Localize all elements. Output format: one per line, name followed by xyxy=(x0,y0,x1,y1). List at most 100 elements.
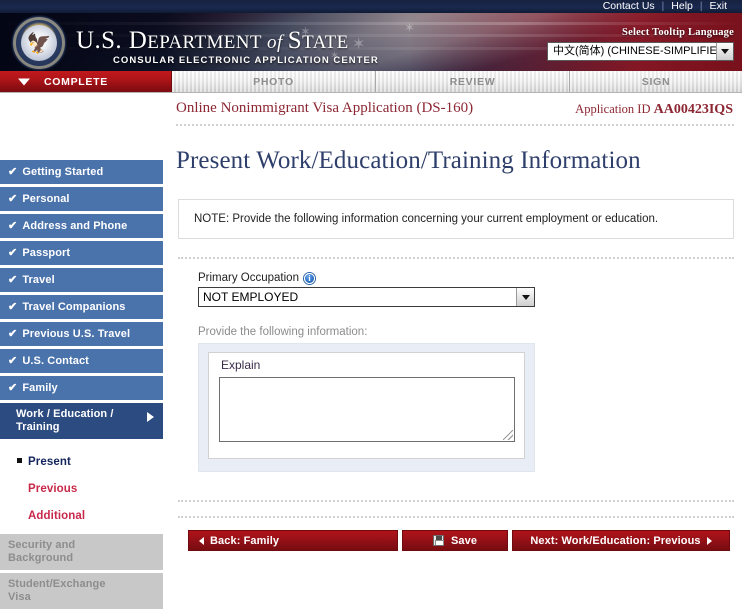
top-utility-bar: Contact Us | Help | Exit xyxy=(0,0,742,13)
application-id: Application ID AA00423IQS xyxy=(575,102,733,118)
eagle-icon: 🦅 xyxy=(27,34,52,54)
explain-textarea[interactable] xyxy=(219,377,515,442)
application-name: Online Nonimmigrant Visa Application (DS… xyxy=(176,100,473,117)
check-icon: ✔ xyxy=(8,383,17,394)
dept-title-of: of xyxy=(262,32,288,53)
flag-stripe xyxy=(0,22,742,25)
check-icon: ✔ xyxy=(8,167,17,178)
tab-review-label: REVIEW xyxy=(450,76,496,88)
sidebar-item-work-education-training[interactable]: Work / Education / Training xyxy=(0,403,163,439)
sidebar-item-label: Address and Phone xyxy=(22,220,127,233)
contact-us-link[interactable]: Contact Us xyxy=(596,0,662,13)
sidebar-item-us-contact[interactable]: ✔ U.S. Contact xyxy=(0,349,163,373)
primary-occupation-value: NOT EMPLOYED xyxy=(199,288,516,306)
chevron-right-icon xyxy=(147,412,154,422)
exit-link[interactable]: Exit xyxy=(702,0,734,13)
info-icon[interactable]: i xyxy=(304,273,315,284)
floppy-disk-icon xyxy=(433,535,444,546)
tab-photo[interactable]: PHOTO xyxy=(172,71,376,92)
sidebar-item-label-line2: Background xyxy=(8,552,75,565)
sidebar-item-label: Getting Started xyxy=(22,166,103,179)
tooltip-language-select[interactable]: 中文(简体) (CHINESE-SIMPLIFIED) xyxy=(547,42,734,61)
dept-title-tate: TATE xyxy=(302,32,349,53)
tooltip-language-label: Select Tooltip Language xyxy=(519,27,734,38)
explain-fieldset: Explain xyxy=(208,352,525,459)
resize-grip-icon[interactable] xyxy=(503,430,513,440)
sidebar-item-label: Family xyxy=(22,382,57,395)
next-button-label: Next: Work/Education: Previous xyxy=(530,535,700,547)
check-icon: ✔ xyxy=(8,194,17,205)
sidebar-item-address-and-phone[interactable]: ✔ Address and Phone xyxy=(0,214,163,238)
arrow-left-icon xyxy=(199,537,204,545)
sidebar-item-label-line1: Student/Exchange xyxy=(8,578,106,591)
sidebar-subitem-previous[interactable]: Previous xyxy=(0,476,163,503)
help-link[interactable]: Help xyxy=(664,0,700,13)
tab-complete[interactable]: COMPLETE xyxy=(0,71,172,92)
application-header: Online Nonimmigrant Visa Application (DS… xyxy=(176,99,734,126)
save-button-label: Save xyxy=(451,535,477,547)
save-button[interactable]: Save xyxy=(402,530,508,551)
sidebar-item-label-line2: Visa xyxy=(8,591,106,604)
back-button[interactable]: Back: Family xyxy=(188,530,398,551)
next-button[interactable]: Next: Work/Education: Previous xyxy=(512,530,730,551)
tab-review[interactable]: REVIEW xyxy=(376,71,570,92)
arrow-right-icon xyxy=(707,537,712,545)
note-text: NOTE: Provide the following information … xyxy=(194,213,658,225)
check-icon: ✔ xyxy=(8,221,17,232)
sidebar-item-label: Previous U.S. Travel xyxy=(22,328,130,341)
check-icon: ✔ xyxy=(8,302,17,313)
sidebar-item-travel-companions[interactable]: ✔ Travel Companions xyxy=(0,295,163,319)
sidebar-item-label: Travel Companions xyxy=(22,301,125,314)
application-id-value: AA00423IQS xyxy=(654,102,733,117)
section-navigation: ✔ Getting Started ✔ Personal ✔ Address a… xyxy=(0,160,163,612)
explain-panel: Explain xyxy=(198,343,535,472)
left-column: ✔ Getting Started ✔ Personal ✔ Address a… xyxy=(0,93,168,601)
sidebar-item-label-line1: Work / Education / xyxy=(16,408,114,421)
explain-legend: Explain xyxy=(221,358,514,372)
sidebar-item-travel[interactable]: ✔ Travel xyxy=(0,268,163,292)
sidebar-subitem-additional[interactable]: Additional xyxy=(0,503,163,530)
page-title: Present Work/Education/Training Informat… xyxy=(176,147,742,175)
provide-information-label: Provide the following information: xyxy=(198,326,734,338)
chevron-down-icon xyxy=(18,78,30,85)
tab-complete-label: COMPLETE xyxy=(44,76,108,88)
primary-occupation-select[interactable]: NOT EMPLOYED xyxy=(198,287,535,307)
sidebar-item-label-line1: Security and xyxy=(8,539,75,552)
chevron-down-icon[interactable] xyxy=(716,43,733,60)
us-department-of-state-seal-icon: 🦅 xyxy=(12,16,66,70)
sidebar-item-student-exchange-visa: Student/Exchange Visa xyxy=(0,573,163,609)
department-subtitle: CONSULAR ELECTRONIC APPLICATION CENTER xyxy=(113,55,379,66)
form-button-row: Back: Family Save Next: Work/Education: … xyxy=(178,516,734,551)
check-icon: ✔ xyxy=(8,329,17,340)
sidebar-item-previous-us-travel[interactable]: ✔ Previous U.S. Travel xyxy=(0,322,163,346)
primary-occupation-label-row: Primary Occupation i xyxy=(198,272,734,284)
note-box: NOTE: Provide the following information … xyxy=(178,199,734,239)
application-id-label: Application ID xyxy=(575,102,653,116)
check-icon: ✔ xyxy=(8,248,17,259)
dept-title-epartment: EPARTMENT xyxy=(147,32,262,53)
chevron-down-icon[interactable] xyxy=(516,288,534,306)
sidebar-item-label: U.S. Contact xyxy=(22,355,89,368)
dept-title-us: U.S. xyxy=(76,27,129,54)
tab-sign-label: SIGN xyxy=(642,76,670,88)
sidebar-item-family[interactable]: ✔ Family xyxy=(0,376,163,400)
check-icon: ✔ xyxy=(8,356,17,367)
dept-title-d: D xyxy=(129,27,147,54)
sidebar-item-label: Passport xyxy=(22,247,70,260)
sidebar-item-passport[interactable]: ✔ Passport xyxy=(0,241,163,265)
primary-occupation-label: Primary Occupation xyxy=(198,272,299,284)
sidebar-item-label-line2: Training xyxy=(16,421,114,434)
tab-sign[interactable]: SIGN xyxy=(570,71,742,92)
sidebar-subnavigation: Present Previous Additional xyxy=(0,442,163,534)
sidebar-item-getting-started[interactable]: ✔ Getting Started xyxy=(0,160,163,184)
back-button-label: Back: Family xyxy=(210,535,279,547)
sidebar-subitem-present[interactable]: Present xyxy=(0,449,163,476)
top-utility-links: Contact Us | Help | Exit xyxy=(596,0,734,13)
tab-photo-label: PHOTO xyxy=(253,76,294,88)
seal-inner-disc: 🦅 xyxy=(21,25,57,61)
department-title: U.S. DEPARTMENT of STATE xyxy=(76,27,349,55)
dept-title-s: S xyxy=(288,27,302,54)
sidebar-item-personal[interactable]: ✔ Personal xyxy=(0,187,163,211)
main-content: Online Nonimmigrant Visa Application (DS… xyxy=(168,93,742,601)
tooltip-language-value: 中文(简体) (CHINESE-SIMPLIFIED) xyxy=(548,43,716,60)
